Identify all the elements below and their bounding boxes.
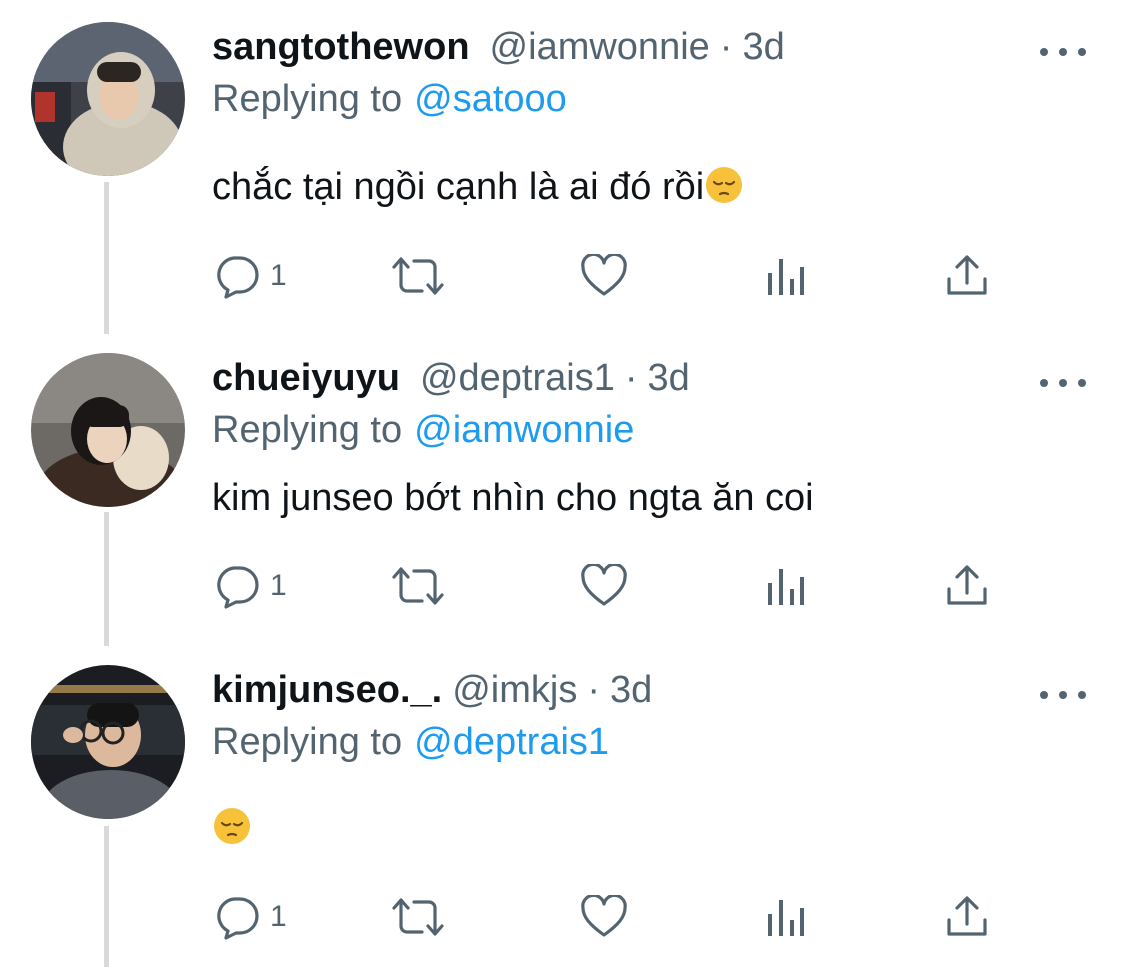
- replying-to-label: Replying to: [212, 721, 403, 763]
- speech-bubble-icon: [217, 566, 259, 609]
- more-dots-icon: [1040, 691, 1048, 699]
- tweet-actions: 1: [0, 556, 1125, 616]
- retweet-button[interactable]: [390, 246, 446, 306]
- views-button[interactable]: [766, 556, 806, 616]
- replying-to-label: Replying to: [212, 78, 403, 120]
- avatar[interactable]: [31, 22, 185, 176]
- separator-dot: ·: [587, 669, 600, 711]
- reply-count: 1: [270, 569, 287, 602]
- retweet-icon: [392, 567, 444, 605]
- pensive-face-emoji: [214, 808, 250, 844]
- display-name[interactable]: kimjunseo._.: [212, 665, 442, 715]
- share-icon: [947, 565, 987, 605]
- reply-count: 1: [270, 259, 287, 292]
- tweet-body: kim junseo bớt nhìn cho ngta ăn coi: [212, 477, 814, 519]
- speech-bubble-icon: [217, 897, 259, 940]
- tweet[interactable]: sangtothewon @iamwonnie · 3d Replying to…: [0, 22, 1125, 322]
- user-handle[interactable]: @iamwonnie: [490, 22, 710, 72]
- tweet[interactable]: kimjunseo._. @imkjs · 3d Replying to @dep…: [0, 665, 1125, 965]
- speech-bubble-icon: [217, 256, 259, 299]
- like-button[interactable]: [580, 246, 628, 306]
- separator-dot: ·: [719, 26, 733, 68]
- tweet-text: [212, 803, 252, 853]
- share-icon: [947, 255, 987, 295]
- replying-to-link[interactable]: @deptrais1: [414, 721, 609, 763]
- reply-button[interactable]: 1: [214, 556, 287, 616]
- reply-button[interactable]: 1: [214, 887, 287, 947]
- retweet-button[interactable]: [390, 887, 446, 947]
- retweet-icon: [392, 257, 444, 295]
- share-button[interactable]: [946, 556, 988, 616]
- replying-to: Replying to @deptrais1: [212, 717, 609, 767]
- tweet-actions: 1: [0, 246, 1125, 306]
- tweet-text: kim junseo bớt nhìn cho ngta ăn coi: [212, 473, 814, 523]
- timestamp[interactable]: 3d: [610, 665, 652, 715]
- bar-chart-icon: [768, 259, 804, 295]
- more-dots-icon: [1040, 379, 1048, 387]
- share-icon: [947, 896, 987, 936]
- more-options-button[interactable]: [1040, 371, 1086, 395]
- tweet[interactable]: chueiyuyu @deptrais1 · 3d Replying to @ia…: [0, 353, 1125, 653]
- heart-icon: [581, 564, 627, 606]
- avatar[interactable]: [31, 353, 185, 507]
- more-options-button[interactable]: [1040, 40, 1086, 64]
- timestamp[interactable]: 3d: [648, 353, 690, 403]
- heart-icon: [581, 254, 627, 296]
- retweet-icon: [392, 898, 444, 936]
- like-button[interactable]: [580, 887, 628, 947]
- pensive-face-emoji: [706, 167, 743, 203]
- bar-chart-icon: [768, 900, 804, 936]
- like-button[interactable]: [580, 556, 628, 616]
- views-button[interactable]: [766, 246, 806, 306]
- user-handle[interactable]: @deptrais1: [420, 353, 615, 403]
- views-button[interactable]: [766, 887, 806, 947]
- tweet-body: chắc tại ngồi cạnh là ai đó rồi: [212, 166, 705, 208]
- separator-dot: ·: [624, 357, 638, 399]
- display-name[interactable]: sangtothewon: [212, 22, 470, 72]
- reply-button[interactable]: 1: [214, 246, 287, 306]
- timestamp[interactable]: 3d: [742, 22, 784, 72]
- replying-to-link[interactable]: @iamwonnie: [414, 409, 634, 451]
- replying-to: Replying to @satooo: [212, 74, 567, 124]
- reply-count: 1: [270, 900, 287, 933]
- heart-icon: [581, 895, 627, 937]
- replying-to: Replying to @iamwonnie: [212, 405, 634, 455]
- tweet-text: chắc tại ngồi cạnh là ai đó rồi: [212, 162, 744, 212]
- more-dots-icon: [1040, 48, 1048, 56]
- avatar[interactable]: [31, 665, 185, 819]
- user-handle[interactable]: @imkjs: [452, 665, 577, 715]
- tweet-header: sangtothewon @iamwonnie · 3d: [212, 22, 785, 72]
- share-button[interactable]: [946, 246, 988, 306]
- tweet-header: chueiyuyu @deptrais1 · 3d: [212, 353, 690, 403]
- replying-to-label: Replying to: [212, 409, 403, 451]
- replying-to-link[interactable]: @satooo: [414, 78, 567, 120]
- display-name[interactable]: chueiyuyu: [212, 353, 400, 403]
- more-options-button[interactable]: [1040, 683, 1086, 707]
- tweet-actions: 1: [0, 887, 1125, 947]
- tweet-header: kimjunseo._. @imkjs · 3d: [212, 665, 652, 715]
- bar-chart-icon: [768, 569, 804, 605]
- share-button[interactable]: [946, 887, 988, 947]
- retweet-button[interactable]: [390, 556, 446, 616]
